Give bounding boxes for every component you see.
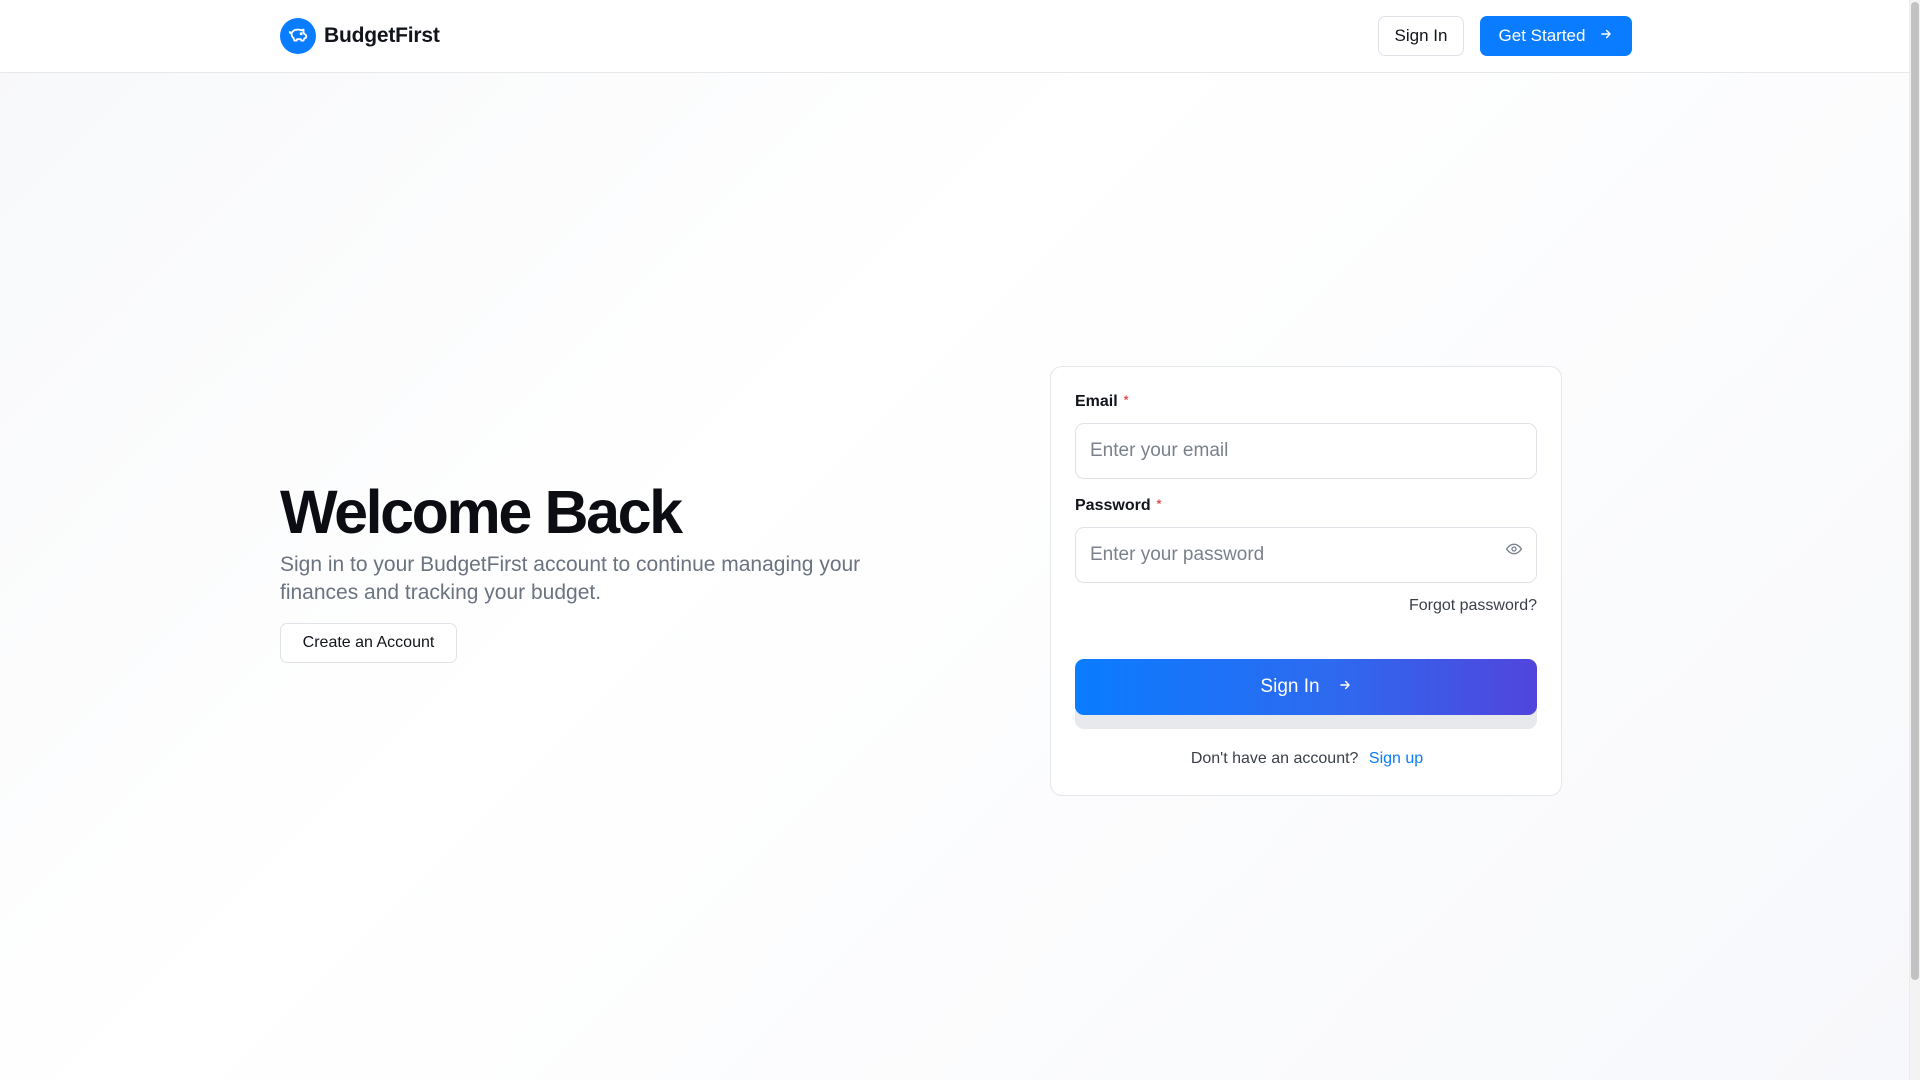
sign-up-link[interactable]: Sign up — [1369, 750, 1423, 767]
email-label: Email * — [1075, 393, 1128, 411]
signup-prompt-text: Don't have an account? — [1190, 750, 1359, 767]
brand-name: BudgetFirst — [324, 24, 440, 47]
password-label-text: Password — [1075, 497, 1151, 514]
create-account-button[interactable]: Create an Account — [280, 623, 457, 663]
sign-in-submit-button[interactable]: Sign In — [1075, 659, 1537, 715]
email-label-text: Email — [1075, 393, 1118, 410]
sign-in-card: Email * Password * Forgot password? Sign I… — [1050, 366, 1562, 796]
signup-prompt: Don't have an account? Sign up — [1051, 750, 1563, 768]
password-label: Password * — [1075, 497, 1161, 515]
sign-in-submit-label: Sign In — [1260, 676, 1320, 697]
arrow-right-icon — [1599, 26, 1613, 46]
email-field[interactable] — [1075, 423, 1537, 479]
page-title: Welcome Back — [280, 478, 683, 546]
get-started-button[interactable]: Get Started — [1480, 16, 1632, 56]
required-marker: * — [1123, 393, 1129, 407]
piggy-bank-icon — [280, 18, 316, 54]
required-marker: * — [1156, 497, 1162, 511]
get-started-label: Get Started — [1498, 26, 1586, 45]
brand[interactable]: BudgetFirst — [280, 17, 440, 55]
page-subtitle: Sign in to your BudgetFirst account to c… — [280, 553, 861, 604]
header-sign-in-button[interactable]: Sign In — [1378, 16, 1464, 56]
scrollbar-thumb[interactable] — [1911, 2, 1919, 980]
arrow-right-icon — [1338, 676, 1352, 698]
top-navbar: BudgetFirst Sign In Get Started — [0, 0, 1909, 73]
eye-icon[interactable] — [1505, 542, 1523, 556]
password-field[interactable] — [1075, 527, 1537, 583]
forgot-password-link[interactable]: Forgot password? — [1409, 597, 1537, 615]
